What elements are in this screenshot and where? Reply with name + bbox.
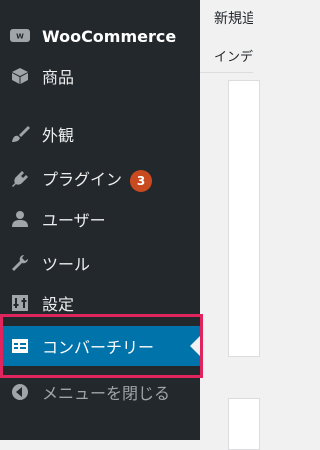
add-new-link[interactable]: 新規追 [214, 8, 253, 28]
sidebar-item-appearance[interactable]: 外観 [0, 114, 200, 154]
collapse-icon [10, 382, 30, 402]
sidebar-item-woocommerce[interactable]: W WooCommerce [0, 16, 200, 56]
sidebar-item-label: 設定 [42, 295, 75, 314]
current-indicator-arrow [190, 336, 200, 356]
sidebar-item-label: ユーザー [42, 211, 106, 230]
sidebar-item-label: ツール [42, 255, 91, 274]
wrench-icon [10, 253, 30, 273]
box-icon [10, 66, 30, 86]
update-count-badge: 3 [130, 169, 153, 192]
sidebar-item-label: プラグイン 3 [42, 166, 153, 192]
admin-sidebar: W WooCommerce 商品 外観 プラグイン 3 ユーザー ツール 設定 … [0, 0, 200, 440]
sidebar-item-users[interactable]: ユーザー [0, 199, 200, 239]
brush-icon [10, 124, 30, 144]
sidebar-item-label: メニューを閉じる [42, 384, 171, 403]
sidebar-item-label: コンバーチリー [42, 338, 155, 357]
index-tab[interactable]: インデ [214, 46, 253, 65]
content-panel [228, 398, 260, 450]
sidebar-item-settings[interactable]: 設定 [0, 283, 200, 323]
sidebar-item-products[interactable]: 商品 [0, 56, 200, 96]
woo-icon: W [10, 26, 30, 46]
sidebar-item-converterly[interactable]: コンバーチリー [0, 326, 200, 366]
sidebar-item-label: 商品 [42, 68, 75, 87]
svg-text:W: W [16, 33, 24, 41]
user-icon [10, 209, 30, 229]
sidebar-item-plugins[interactable]: プラグイン 3 [0, 159, 200, 199]
page-header: 新規追 インデ [200, 0, 253, 73]
plugin-icon [10, 169, 30, 189]
sidebar-item-label: WooCommerce [42, 26, 177, 46]
table-icon [10, 336, 30, 356]
content-panel [228, 80, 260, 357]
collapse-menu-button[interactable]: メニューを閉じる [0, 372, 200, 412]
sidebar-item-tools[interactable]: ツール [0, 243, 200, 283]
sidebar-item-label: 外観 [42, 126, 75, 145]
settings-icon [10, 293, 30, 313]
